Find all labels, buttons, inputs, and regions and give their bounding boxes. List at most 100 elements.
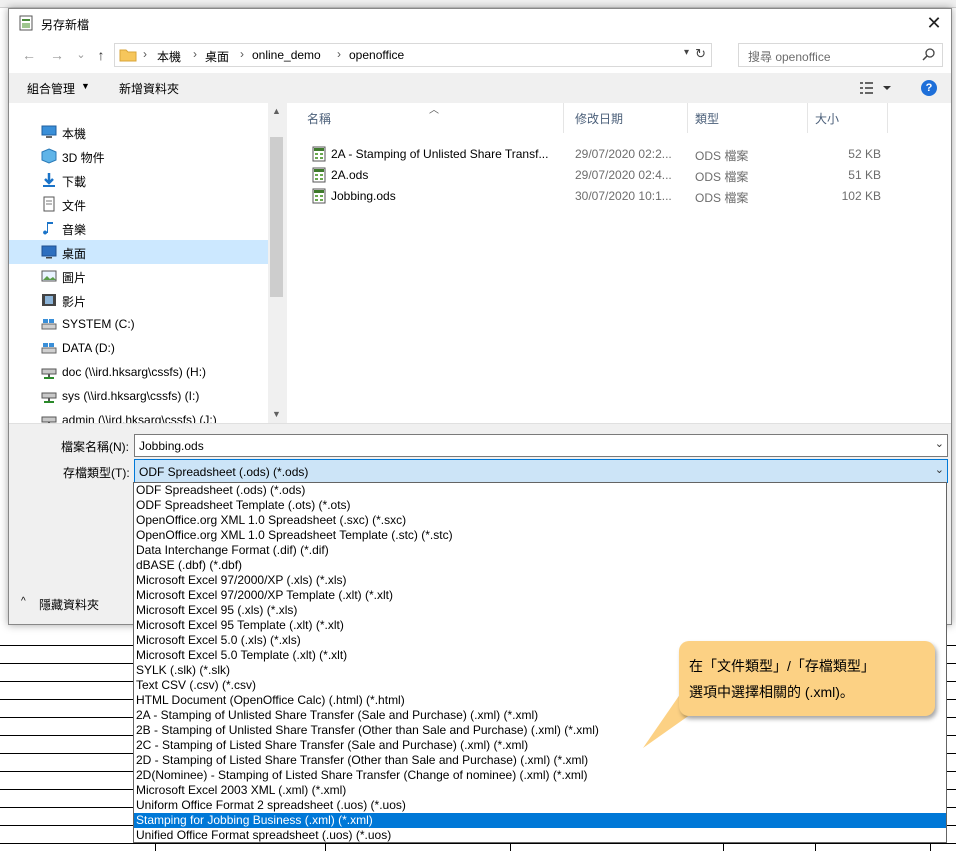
sidebar-item[interactable]: 影片	[9, 288, 268, 312]
sidebar-item[interactable]: 下載	[9, 168, 268, 192]
filetype-select[interactable]: ODF Spreadsheet (.ods) (*.ods) ⌄	[134, 459, 948, 483]
sidebar-item-label: 3D 物件	[62, 151, 105, 165]
filetype-option[interactable]: Uniform Office Format 2 spreadsheet (.uo…	[134, 798, 946, 813]
drive-icon	[41, 343, 57, 354]
column-divider[interactable]	[563, 103, 564, 133]
view-options-icon[interactable]	[858, 79, 894, 97]
cube-icon	[41, 148, 57, 164]
filetype-option[interactable]: ODF Spreadsheet Template (.ots) (*.ots)	[134, 498, 946, 513]
dialog-title: 另存新檔	[41, 18, 90, 32]
filetype-option[interactable]: OpenOffice.org XML 1.0 Spreadsheet Templ…	[134, 528, 946, 543]
sidebar-item-label: 下載	[62, 175, 87, 189]
breadcrumb-item[interactable]: 桌面	[205, 48, 229, 65]
breadcrumb-item[interactable]: online_demo	[252, 48, 321, 62]
file-name: 2A - Stamping of Unlisted Share Transf..…	[331, 147, 549, 161]
sidebar-item[interactable]: DATA (D:)	[9, 336, 268, 360]
chevron-up-icon[interactable]: ^	[21, 596, 26, 607]
breadcrumb-separator: ›	[240, 47, 244, 61]
column-divider[interactable]	[887, 103, 888, 133]
sidebar-item[interactable]: 音樂	[9, 216, 268, 240]
file-row[interactable]: Jobbing.ods 30/07/2020 10:1... ODS 檔案 102 K…	[311, 186, 891, 207]
search-box[interactable]: 搜尋 openoffice	[738, 43, 943, 67]
breadcrumb-item[interactable]: openoffice	[349, 48, 404, 62]
filename-value[interactable]: Jobbing.ods	[139, 439, 204, 453]
sidebar-item[interactable]: 桌面	[9, 240, 268, 264]
help-icon[interactable]: ?	[921, 80, 937, 96]
desktop-icon	[41, 245, 57, 259]
column-header-date[interactable]: 修改日期	[575, 103, 623, 133]
background-toolbar	[0, 0, 956, 8]
filetype-option[interactable]: ODF Spreadsheet (.ods) (*.ods)	[134, 483, 946, 498]
chevron-down-icon[interactable]: ⌄	[935, 463, 944, 476]
hide-folders-button[interactable]: 隱藏資料夾	[39, 596, 99, 613]
chevron-down-icon[interactable]: ⌄	[935, 437, 944, 450]
sidebar-item-label: 文件	[62, 199, 87, 213]
organize-button[interactable]: 組合管理	[27, 80, 75, 97]
close-button[interactable]: ✕	[917, 9, 951, 37]
address-dropdown-icon[interactable]: ▾	[684, 47, 689, 58]
filename-input[interactable]: Jobbing.ods ⌄	[134, 434, 948, 457]
search-placeholder: 搜尋 openoffice	[748, 50, 831, 64]
filetype-option[interactable]: OpenOffice.org XML 1.0 Spreadsheet (.sxc…	[134, 513, 946, 528]
navigation-scrollbar[interactable]: ▲ ▼	[268, 103, 285, 423]
sidebar-item[interactable]: 圖片	[9, 264, 268, 288]
filetype-option[interactable]: 2D(Nominee) - Stamping of Listed Share T…	[134, 768, 946, 783]
file-row[interactable]: 2A - Stamping of Unlisted Share Transf..…	[311, 144, 891, 165]
file-type: ODS 檔案	[695, 170, 749, 184]
scroll-down-icon[interactable]: ▼	[268, 406, 285, 423]
filetype-option[interactable]: Microsoft Excel 95 Template (.xlt) (*.xl…	[134, 618, 946, 633]
up-button[interactable]: ↑	[91, 46, 111, 64]
save-dialog-icon	[19, 15, 33, 31]
sidebar-item-label: 圖片	[62, 271, 87, 285]
network-drive-icon	[41, 368, 57, 379]
sidebar-item[interactable]: SYSTEM (C:)	[9, 312, 268, 336]
sidebar-item[interactable]: sys (\\ird.hksarg\cssfs) (I:)	[9, 384, 268, 408]
file-size: 102 KB	[841, 189, 881, 203]
filetype-option[interactable]: 2D - Stamping of Listed Share Transfer (…	[134, 753, 946, 768]
address-bar[interactable]: › 本機 › 桌面 › online_demo › openoffice ▾ ↻	[114, 43, 712, 67]
sidebar-item[interactable]: 本機	[9, 120, 268, 144]
download-icon	[43, 173, 55, 187]
filetype-option[interactable]: Microsoft Excel 95 (.xls) (*.xls)	[134, 603, 946, 618]
scrollbar-thumb[interactable]	[270, 137, 283, 297]
column-divider[interactable]	[687, 103, 688, 133]
filetype-option[interactable]: Microsoft Excel 97/2000/XP (.xls) (*.xls…	[134, 573, 946, 588]
back-button[interactable]: ←	[19, 46, 39, 64]
scroll-up-icon[interactable]: ▲	[268, 103, 285, 120]
column-header-name[interactable]: 名稱	[307, 103, 331, 133]
sidebar-item[interactable]: 文件	[9, 192, 268, 216]
column-divider[interactable]	[807, 103, 808, 133]
sidebar-item[interactable]: 3D 物件	[9, 144, 268, 168]
drive-icon	[41, 319, 57, 330]
file-date: 29/07/2020 02:2...	[575, 147, 672, 161]
file-size: 51 KB	[848, 168, 881, 182]
navigation-pane: 本機 3D 物件下載文件音樂桌面圖片影片 SYSTEM (C:) DATA (D:) d…	[9, 103, 285, 427]
filetype-option[interactable]: 2B - Stamping of Unlisted Share Transfer…	[134, 723, 946, 738]
filetype-option[interactable]: dBASE (.dbf) (*.dbf)	[134, 558, 946, 573]
filetype-option[interactable]: Data Interchange Format (.dif) (*.dif)	[134, 543, 946, 558]
breadcrumb-item[interactable]: 本機	[157, 48, 181, 65]
column-header-type[interactable]: 類型	[695, 103, 719, 133]
file-date: 29/07/2020 02:4...	[575, 168, 672, 182]
file-row[interactable]: 2A.ods 29/07/2020 02:4... ODS 檔案 51 KB	[311, 165, 891, 186]
filetype-option[interactable]: Microsoft Excel 2003 XML (.xml) (*.xml)	[134, 783, 946, 798]
filetype-option[interactable]: Microsoft Excel 97/2000/XP Template (.xl…	[134, 588, 946, 603]
file-type: ODS 檔案	[695, 149, 749, 163]
sort-ascending-icon: ︿	[429, 105, 439, 116]
refresh-icon[interactable]: ↻	[695, 46, 706, 62]
column-header-size[interactable]: 大小	[815, 103, 839, 133]
file-type: ODS 檔案	[695, 191, 749, 205]
sidebar-item[interactable]: doc (\\ird.hksarg\cssfs) (H:)	[9, 360, 268, 384]
sidebar-item-label: 桌面	[62, 247, 87, 261]
folder-icon	[119, 49, 137, 62]
forward-button[interactable]: →	[47, 46, 67, 64]
new-folder-button[interactable]: 新增資料夾	[119, 80, 179, 97]
chevron-down-icon[interactable]: ▼	[81, 81, 90, 91]
search-icon[interactable]	[922, 47, 936, 61]
filetype-option[interactable]: Unified Office Format spreadsheet (.uos)…	[134, 828, 946, 843]
filetype-option[interactable]: Stamping for Jobbing Business (.xml) (*.…	[134, 813, 946, 828]
filetype-option[interactable]: 2C - Stamping of Listed Share Transfer (…	[134, 738, 946, 753]
sidebar-item-label: 影片	[62, 295, 87, 309]
recent-locations-button[interactable]: ⌄	[71, 46, 91, 64]
sidebar-item-label: sys (\\ird.hksarg\cssfs) (I:)	[62, 389, 200, 403]
